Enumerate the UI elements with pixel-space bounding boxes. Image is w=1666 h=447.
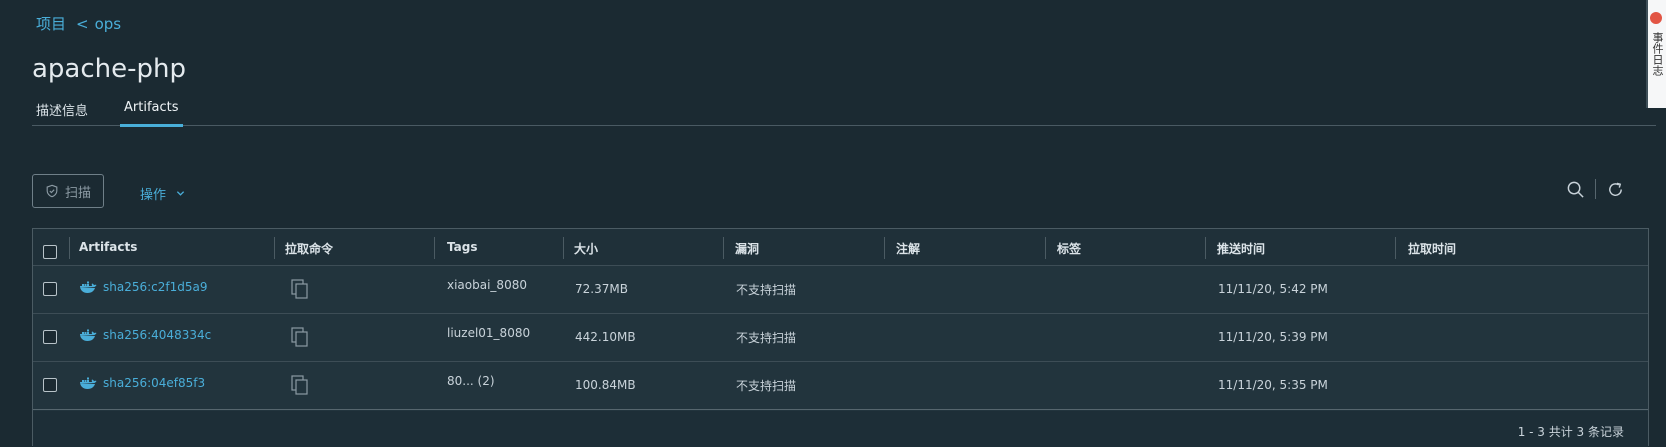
tags-cell[interactable]: liuzel01_8080 bbox=[447, 326, 530, 340]
scan-button-label: 扫描 bbox=[64, 185, 91, 201]
vulnerability-cell: 不支持扫描 bbox=[736, 331, 797, 345]
copy-pull-command-button[interactable] bbox=[291, 327, 309, 350]
push-time-cell: 11/11/20, 5:35 PM bbox=[1218, 378, 1328, 392]
table-footer: 1 - 3 共计 3 条记录 bbox=[33, 411, 1648, 447]
column-divider bbox=[274, 237, 275, 259]
breadcrumb-projects-link[interactable]: 项目 bbox=[36, 15, 66, 33]
column-header-labels[interactable]: 标签 bbox=[1057, 240, 1081, 257]
artifact-digest: sha256:04ef85f3 bbox=[103, 376, 206, 390]
artifact-link[interactable]: sha256:4048334c bbox=[79, 328, 211, 342]
table-header-row: Artifacts 拉取命令 Tags 大小 漏洞 注解 标签 推送时间 拉取时… bbox=[33, 229, 1648, 266]
vulnerability-cell: 不支持扫描 bbox=[736, 283, 797, 297]
column-header-vulnerabilities[interactable]: 漏洞 bbox=[735, 240, 759, 257]
copy-icon bbox=[291, 279, 308, 299]
push-time-cell: 11/11/20, 5:39 PM bbox=[1218, 330, 1328, 344]
column-header-artifacts[interactable]: Artifacts bbox=[79, 240, 137, 254]
copy-icon bbox=[291, 375, 308, 395]
column-header-pull-time[interactable]: 拉取时间 bbox=[1408, 240, 1456, 257]
row-checkbox[interactable] bbox=[43, 378, 57, 392]
event-log-label: 事件日志 bbox=[1651, 32, 1664, 76]
artifact-link[interactable]: sha256:c2f1d5a9 bbox=[79, 280, 208, 294]
shield-icon bbox=[46, 184, 58, 198]
docker-icon bbox=[80, 281, 97, 293]
tab-artifacts[interactable]: Artifacts bbox=[120, 100, 183, 127]
table-row[interactable]: sha256:04ef85f3 80... (2) 100.84MB 不支持扫描… bbox=[33, 362, 1648, 410]
size-cell: 100.84MB bbox=[575, 378, 636, 392]
refresh-icon[interactable] bbox=[1606, 180, 1625, 199]
column-divider bbox=[1395, 237, 1396, 259]
column-divider bbox=[723, 237, 724, 259]
size-cell: 442.10MB bbox=[575, 330, 636, 344]
scan-button[interactable]: 扫描 bbox=[32, 174, 104, 208]
docker-icon bbox=[80, 377, 97, 389]
column-header-size[interactable]: 大小 bbox=[574, 240, 598, 257]
artifact-digest: sha256:4048334c bbox=[103, 328, 212, 342]
column-divider bbox=[1205, 237, 1206, 259]
page-title: apache-php bbox=[32, 54, 187, 84]
breadcrumb-separator: < bbox=[76, 15, 89, 33]
vulnerability-cell: 不支持扫描 bbox=[736, 379, 797, 393]
table-row[interactable]: sha256:4048334c liuzel01_8080 442.10MB 不… bbox=[33, 314, 1648, 362]
select-all-checkbox[interactable] bbox=[43, 245, 57, 259]
column-header-pull-command[interactable]: 拉取命令 bbox=[285, 240, 333, 257]
tags-cell[interactable]: 80... (2) bbox=[447, 374, 495, 388]
artifacts-table: Artifacts 拉取命令 Tags 大小 漏洞 注解 标签 推送时间 拉取时… bbox=[32, 228, 1649, 447]
notification-badge-icon bbox=[1650, 12, 1662, 24]
column-header-push-time[interactable]: 推送时间 bbox=[1217, 240, 1265, 257]
chevron-down-icon bbox=[176, 191, 185, 196]
size-cell: 72.37MB bbox=[575, 282, 628, 296]
actions-dropdown-label: 操作 bbox=[140, 188, 167, 203]
copy-icon bbox=[291, 327, 308, 347]
column-header-tags[interactable]: Tags bbox=[447, 240, 477, 254]
docker-icon bbox=[80, 329, 97, 341]
row-checkbox[interactable] bbox=[43, 330, 57, 344]
event-log-side-tab[interactable]: 事件日志 bbox=[1646, 0, 1666, 108]
push-time-cell: 11/11/20, 5:42 PM bbox=[1218, 282, 1328, 296]
artifact-link[interactable]: sha256:04ef85f3 bbox=[79, 376, 205, 390]
copy-pull-command-button[interactable] bbox=[291, 279, 309, 302]
column-header-annotations[interactable]: 注解 bbox=[896, 240, 920, 257]
tab-bar: 描述信息 Artifacts bbox=[32, 98, 1656, 127]
actions-dropdown[interactable]: 操作 bbox=[140, 184, 185, 203]
tools-divider bbox=[1595, 179, 1596, 199]
column-divider bbox=[563, 237, 564, 259]
breadcrumb-current-link[interactable]: ops bbox=[95, 15, 122, 33]
tab-description[interactable]: 描述信息 bbox=[36, 100, 88, 119]
table-tools bbox=[1566, 179, 1625, 199]
column-divider bbox=[69, 237, 70, 259]
column-divider bbox=[884, 237, 885, 259]
breadcrumb: 项目 < ops bbox=[36, 13, 121, 34]
table-row[interactable]: sha256:c2f1d5a9 xiaobai_8080 72.37MB 不支持… bbox=[33, 266, 1648, 314]
artifact-digest: sha256:c2f1d5a9 bbox=[103, 280, 208, 294]
column-divider bbox=[434, 237, 435, 259]
column-divider bbox=[1045, 237, 1046, 259]
search-icon[interactable] bbox=[1566, 180, 1585, 199]
row-checkbox[interactable] bbox=[43, 282, 57, 296]
pagination-info: 1 - 3 共计 3 条记录 bbox=[1517, 425, 1624, 439]
tags-cell[interactable]: xiaobai_8080 bbox=[447, 278, 527, 292]
copy-pull-command-button[interactable] bbox=[291, 375, 309, 398]
